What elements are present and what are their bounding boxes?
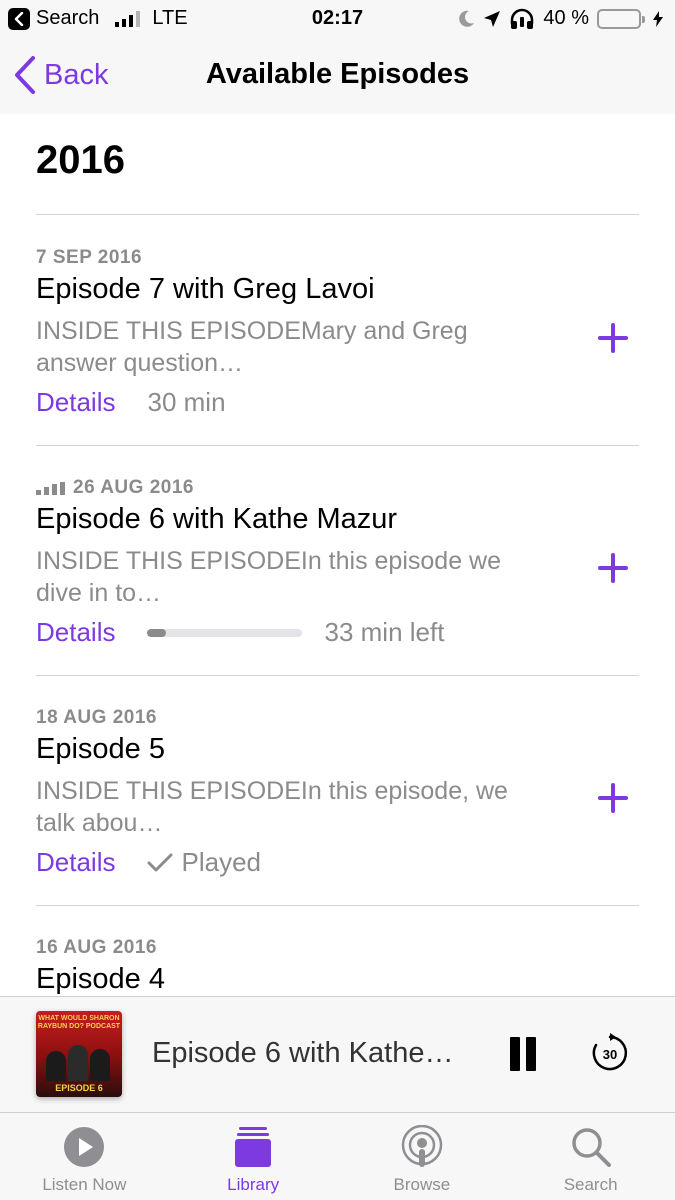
tab-library[interactable]: Library	[169, 1113, 338, 1200]
year-heading: 2016	[36, 138, 125, 182]
episode-date: 26 AUG 2016	[73, 477, 194, 498]
skip-forward-button[interactable]: 30	[590, 1033, 630, 1073]
episode-list[interactable]: 2016 7 SEP 2016 Episode 7 with Greg Lavo…	[0, 114, 675, 996]
episode-duration: 30 min	[147, 387, 226, 417]
add-episode-button[interactable]	[596, 781, 630, 815]
tab-label: Browse	[393, 1175, 451, 1194]
tab-label: Library	[227, 1175, 280, 1194]
details-link[interactable]: Details	[36, 617, 115, 648]
pause-button[interactable]	[510, 1037, 538, 1071]
episode-date-row: 26 AUG 2016	[36, 477, 194, 499]
episode-meta: Details 30 min	[36, 387, 226, 418]
skip-forward-30-icon: 30	[592, 1033, 628, 1071]
headphones-icon	[511, 8, 534, 29]
episode-date: 7 SEP 2016	[36, 247, 143, 268]
artwork-people	[46, 1043, 112, 1081]
episode-description: INSIDE THIS EPISODEIn this episode we di…	[36, 547, 502, 607]
tab-label: Listen Now	[42, 1175, 127, 1194]
episode-title[interactable]: Episode 5	[36, 733, 165, 766]
tab-bar: Listen Now Library Browse Search	[0, 1112, 675, 1200]
episode-title[interactable]: Episode 6 with Kathe Mazur	[36, 503, 397, 536]
episode-row[interactable]: 16 AUG 2016 Episode 4	[0, 937, 675, 996]
podcast-artwork[interactable]: WHAT WOULD SHARON RAYBUN DO? PODCAST EPI…	[36, 1011, 122, 1097]
library-stack-icon	[235, 1127, 272, 1167]
divider	[36, 214, 639, 215]
episode-title[interactable]: Episode 7 with Greg Lavoi	[36, 273, 375, 306]
episode-row[interactable]: 18 AUG 2016 Episode 5 INSIDE THIS EPISOD…	[0, 707, 675, 937]
page-title: Available Episodes	[205, 58, 470, 90]
now-playing-title[interactable]: Episode 6 with Kathe…	[152, 1037, 472, 1070]
episode-date: 16 AUG 2016	[36, 937, 157, 958]
divider	[36, 675, 639, 676]
battery-percent: 40 %	[543, 7, 589, 29]
search-icon	[571, 1128, 611, 1167]
skip-seconds-label: 30	[603, 1047, 617, 1062]
episode-time-left: 33 min left	[324, 617, 445, 647]
battery-icon	[597, 8, 645, 29]
episode-row[interactable]: 26 AUG 2016 Episode 6 with Kathe Mazur I…	[0, 477, 675, 707]
details-link[interactable]: Details	[36, 387, 115, 418]
episode-meta: Details Played	[36, 847, 261, 878]
episode-progress-bar	[147, 628, 303, 637]
play-circle-icon	[64, 1127, 105, 1167]
played-status: Played	[147, 847, 261, 878]
tab-label: Search	[563, 1175, 618, 1194]
played-label: Played	[181, 847, 261, 877]
episode-description: INSIDE THIS EPISODEIn this episode, we t…	[36, 777, 508, 837]
episode-title[interactable]: Episode 4	[36, 963, 165, 996]
tab-listen-now[interactable]: Listen Now	[0, 1113, 169, 1200]
status-bar: Search LTE 02:17 40 %	[0, 0, 675, 38]
now-playing-bars-icon	[36, 481, 65, 495]
episode-date: 18 AUG 2016	[36, 707, 157, 728]
episode-progress-fill	[147, 628, 167, 637]
artwork-title: WHAT WOULD SHARON RAYBUN DO? PODCAST	[37, 1015, 121, 1030]
add-episode-button[interactable]	[596, 321, 630, 355]
navigation-bar: Back Available Episodes	[0, 38, 675, 114]
episode-row[interactable]: 7 SEP 2016 Episode 7 with Greg Lavoi INS…	[0, 247, 675, 477]
moon-icon	[459, 10, 475, 27]
tab-browse[interactable]: Browse	[338, 1113, 507, 1200]
checkmark-icon	[147, 853, 173, 871]
details-link[interactable]: Details	[36, 847, 115, 878]
podcasts-icon	[401, 1125, 443, 1167]
episode-description: INSIDE THIS EPISODEMary and Greg answer …	[36, 317, 468, 377]
episode-meta: Details 33 min left	[36, 617, 444, 648]
divider	[36, 445, 639, 446]
status-right: 40 %	[459, 7, 663, 30]
tab-search[interactable]: Search	[506, 1113, 675, 1200]
divider	[36, 905, 639, 906]
artwork-episode: EPISODE 6	[55, 1083, 103, 1093]
location-arrow-icon	[484, 10, 501, 27]
add-episode-button[interactable]	[596, 551, 630, 585]
charging-bolt-icon	[653, 10, 663, 27]
mini-player[interactable]: WHAT WOULD SHARON RAYBUN DO? PODCAST EPI…	[0, 996, 675, 1112]
